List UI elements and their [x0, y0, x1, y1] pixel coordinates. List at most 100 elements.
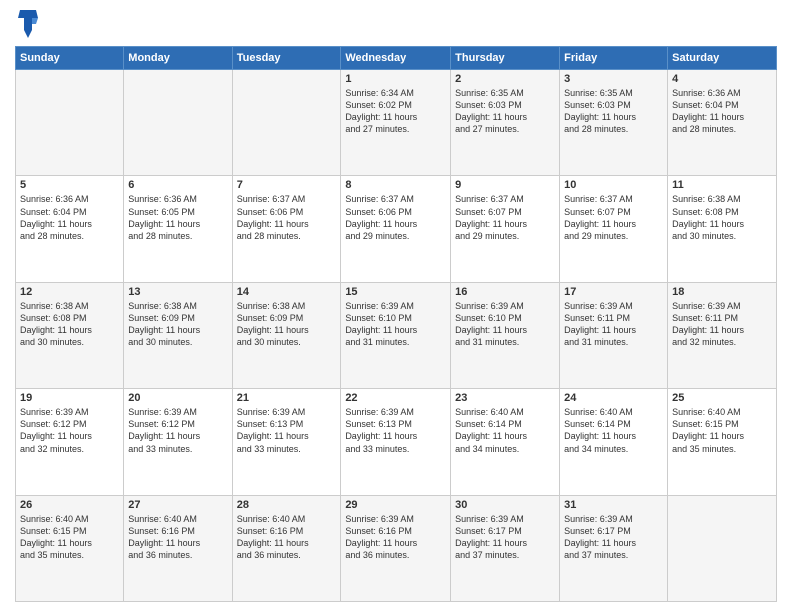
- header-row: SundayMondayTuesdayWednesdayThursdayFrid…: [16, 47, 777, 70]
- calendar-cell: 12Sunrise: 6:38 AM Sunset: 6:08 PM Dayli…: [16, 282, 124, 388]
- day-number: 16: [455, 286, 555, 298]
- day-info: Sunrise: 6:37 AM Sunset: 6:07 PM Dayligh…: [455, 193, 555, 242]
- week-row-2: 12Sunrise: 6:38 AM Sunset: 6:08 PM Dayli…: [16, 282, 777, 388]
- header: [15, 10, 777, 38]
- calendar-cell: 24 Sunrise: 6:40 AM Sunset: 6:14 PM Dayli…: [560, 389, 668, 495]
- day-info: Sunrise: 6:40 AM Sunset: 6:16 PM Dayligh…: [128, 513, 227, 562]
- day-info: Sunrise: 6:38 AM Sunset: 6:09 PM Dayligh…: [128, 300, 227, 349]
- calendar-cell: [232, 70, 341, 176]
- calendar-cell: 27 Sunrise: 6:40 AM Sunset: 6:16 PM Dayli…: [124, 495, 232, 601]
- day-info: Sunrise: 6:37 AM Sunset: 6:06 PM Dayligh…: [237, 193, 337, 242]
- calendar-cell: 9 Sunrise: 6:37 AM Sunset: 6:07 PM Daylig…: [451, 176, 560, 282]
- logo-icon: [18, 10, 38, 38]
- calendar-cell: [124, 70, 232, 176]
- day-number: 20: [128, 392, 227, 404]
- day-number: 29: [345, 499, 446, 511]
- day-number: 4: [672, 73, 772, 85]
- calendar-body: 1 Sunrise: 6:34 AM Sunset: 6:02 PM Daylig…: [16, 70, 777, 602]
- day-info: Sunrise: 6:36 AM Sunset: 6:04 PM Dayligh…: [20, 193, 119, 242]
- day-info: Sunrise: 6:40 AM Sunset: 6:15 PM Dayligh…: [672, 406, 772, 455]
- calendar-cell: 11 Sunrise: 6:38 AM Sunset: 6:08 PM Dayli…: [668, 176, 777, 282]
- day-number: 7: [237, 179, 337, 191]
- day-number: 19: [20, 392, 119, 404]
- week-row-3: 19 Sunrise: 6:39 AM Sunset: 6:12 PM Dayli…: [16, 389, 777, 495]
- day-number: 5: [20, 179, 119, 191]
- calendar-cell: 15 Sunrise: 6:39 AM Sunset: 6:10 PM Dayli…: [341, 282, 451, 388]
- header-day-tuesday: Tuesday: [232, 47, 341, 70]
- calendar-cell: 14Sunrise: 6:38 AM Sunset: 6:09 PM Dayli…: [232, 282, 341, 388]
- day-number: 26: [20, 499, 119, 511]
- day-info: Sunrise: 6:34 AM Sunset: 6:02 PM Dayligh…: [345, 87, 446, 136]
- day-info: Sunrise: 6:39 AM Sunset: 6:12 PM Dayligh…: [128, 406, 227, 455]
- calendar-cell: 19 Sunrise: 6:39 AM Sunset: 6:12 PM Dayli…: [16, 389, 124, 495]
- day-number: 14: [237, 286, 337, 298]
- page: SundayMondayTuesdayWednesdayThursdayFrid…: [0, 0, 792, 612]
- day-info: Sunrise: 6:40 AM Sunset: 6:14 PM Dayligh…: [564, 406, 663, 455]
- day-info: Sunrise: 6:39 AM Sunset: 6:13 PM Dayligh…: [237, 406, 337, 455]
- calendar-cell: 2 Sunrise: 6:35 AM Sunset: 6:03 PM Daylig…: [451, 70, 560, 176]
- calendar-cell: 4 Sunrise: 6:36 AM Sunset: 6:04 PM Daylig…: [668, 70, 777, 176]
- day-info: Sunrise: 6:40 AM Sunset: 6:16 PM Dayligh…: [237, 513, 337, 562]
- calendar-cell: 21 Sunrise: 6:39 AM Sunset: 6:13 PM Dayli…: [232, 389, 341, 495]
- calendar-cell: 13 Sunrise: 6:38 AM Sunset: 6:09 PM Dayli…: [124, 282, 232, 388]
- day-info: Sunrise: 6:40 AM Sunset: 6:15 PM Dayligh…: [20, 513, 119, 562]
- day-number: 31: [564, 499, 663, 511]
- header-day-wednesday: Wednesday: [341, 47, 451, 70]
- day-info: Sunrise: 6:39 AM Sunset: 6:12 PM Dayligh…: [20, 406, 119, 455]
- day-info: Sunrise: 6:36 AM Sunset: 6:04 PM Dayligh…: [672, 87, 772, 136]
- day-number: 10: [564, 179, 663, 191]
- day-info: Sunrise: 6:39 AM Sunset: 6:16 PM Dayligh…: [345, 513, 446, 562]
- day-number: 15: [345, 286, 446, 298]
- day-info: Sunrise: 6:37 AM Sunset: 6:07 PM Dayligh…: [564, 193, 663, 242]
- day-info: Sunrise: 6:39 AM Sunset: 6:17 PM Dayligh…: [564, 513, 663, 562]
- week-row-4: 26 Sunrise: 6:40 AM Sunset: 6:15 PM Dayli…: [16, 495, 777, 601]
- day-info: Sunrise: 6:39 AM Sunset: 6:11 PM Dayligh…: [564, 300, 663, 349]
- calendar-cell: 25 Sunrise: 6:40 AM Sunset: 6:15 PM Dayli…: [668, 389, 777, 495]
- calendar-cell: 20 Sunrise: 6:39 AM Sunset: 6:12 PM Dayli…: [124, 389, 232, 495]
- header-day-thursday: Thursday: [451, 47, 560, 70]
- day-info: Sunrise: 6:37 AM Sunset: 6:06 PM Dayligh…: [345, 193, 446, 242]
- day-number: 1: [345, 73, 446, 85]
- day-info: Sunrise: 6:39 AM Sunset: 6:17 PM Dayligh…: [455, 513, 555, 562]
- day-number: 24: [564, 392, 663, 404]
- calendar-cell: 6 Sunrise: 6:36 AM Sunset: 6:05 PM Daylig…: [124, 176, 232, 282]
- day-number: 25: [672, 392, 772, 404]
- calendar-cell: 7 Sunrise: 6:37 AM Sunset: 6:06 PM Daylig…: [232, 176, 341, 282]
- day-number: 22: [345, 392, 446, 404]
- header-day-friday: Friday: [560, 47, 668, 70]
- day-number: 17: [564, 286, 663, 298]
- calendar-cell: 17 Sunrise: 6:39 AM Sunset: 6:11 PM Dayli…: [560, 282, 668, 388]
- day-info: Sunrise: 6:35 AM Sunset: 6:03 PM Dayligh…: [455, 87, 555, 136]
- day-info: Sunrise: 6:40 AM Sunset: 6:14 PM Dayligh…: [455, 406, 555, 455]
- day-number: 2: [455, 73, 555, 85]
- calendar-cell: 5 Sunrise: 6:36 AM Sunset: 6:04 PM Daylig…: [16, 176, 124, 282]
- day-number: 6: [128, 179, 227, 191]
- day-number: 11: [672, 179, 772, 191]
- calendar-cell: 16Sunrise: 6:39 AM Sunset: 6:10 PM Dayli…: [451, 282, 560, 388]
- week-row-1: 5 Sunrise: 6:36 AM Sunset: 6:04 PM Daylig…: [16, 176, 777, 282]
- logo: [15, 10, 38, 38]
- day-number: 21: [237, 392, 337, 404]
- calendar-cell: 23 Sunrise: 6:40 AM Sunset: 6:14 PM Dayli…: [451, 389, 560, 495]
- day-number: 23: [455, 392, 555, 404]
- calendar-cell: 1 Sunrise: 6:34 AM Sunset: 6:02 PM Daylig…: [341, 70, 451, 176]
- calendar-cell: 26 Sunrise: 6:40 AM Sunset: 6:15 PM Dayli…: [16, 495, 124, 601]
- calendar-cell: 28Sunrise: 6:40 AM Sunset: 6:16 PM Dayli…: [232, 495, 341, 601]
- day-info: Sunrise: 6:38 AM Sunset: 6:08 PM Dayligh…: [20, 300, 119, 349]
- day-number: 9: [455, 179, 555, 191]
- header-day-monday: Monday: [124, 47, 232, 70]
- calendar-cell: 18Sunrise: 6:39 AM Sunset: 6:11 PM Dayli…: [668, 282, 777, 388]
- day-number: 8: [345, 179, 446, 191]
- calendar-cell: [668, 495, 777, 601]
- day-number: 27: [128, 499, 227, 511]
- day-info: Sunrise: 6:39 AM Sunset: 6:11 PM Dayligh…: [672, 300, 772, 349]
- calendar-cell: 31 Sunrise: 6:39 AM Sunset: 6:17 PM Dayli…: [560, 495, 668, 601]
- day-number: 13: [128, 286, 227, 298]
- calendar-cell: 3Sunrise: 6:35 AM Sunset: 6:03 PM Daylig…: [560, 70, 668, 176]
- day-info: Sunrise: 6:36 AM Sunset: 6:05 PM Dayligh…: [128, 193, 227, 242]
- day-info: Sunrise: 6:35 AM Sunset: 6:03 PM Dayligh…: [564, 87, 663, 136]
- day-info: Sunrise: 6:39 AM Sunset: 6:10 PM Dayligh…: [345, 300, 446, 349]
- calendar-cell: 22Sunrise: 6:39 AM Sunset: 6:13 PM Dayli…: [341, 389, 451, 495]
- day-info: Sunrise: 6:38 AM Sunset: 6:08 PM Dayligh…: [672, 193, 772, 242]
- calendar-cell: 29 Sunrise: 6:39 AM Sunset: 6:16 PM Dayli…: [341, 495, 451, 601]
